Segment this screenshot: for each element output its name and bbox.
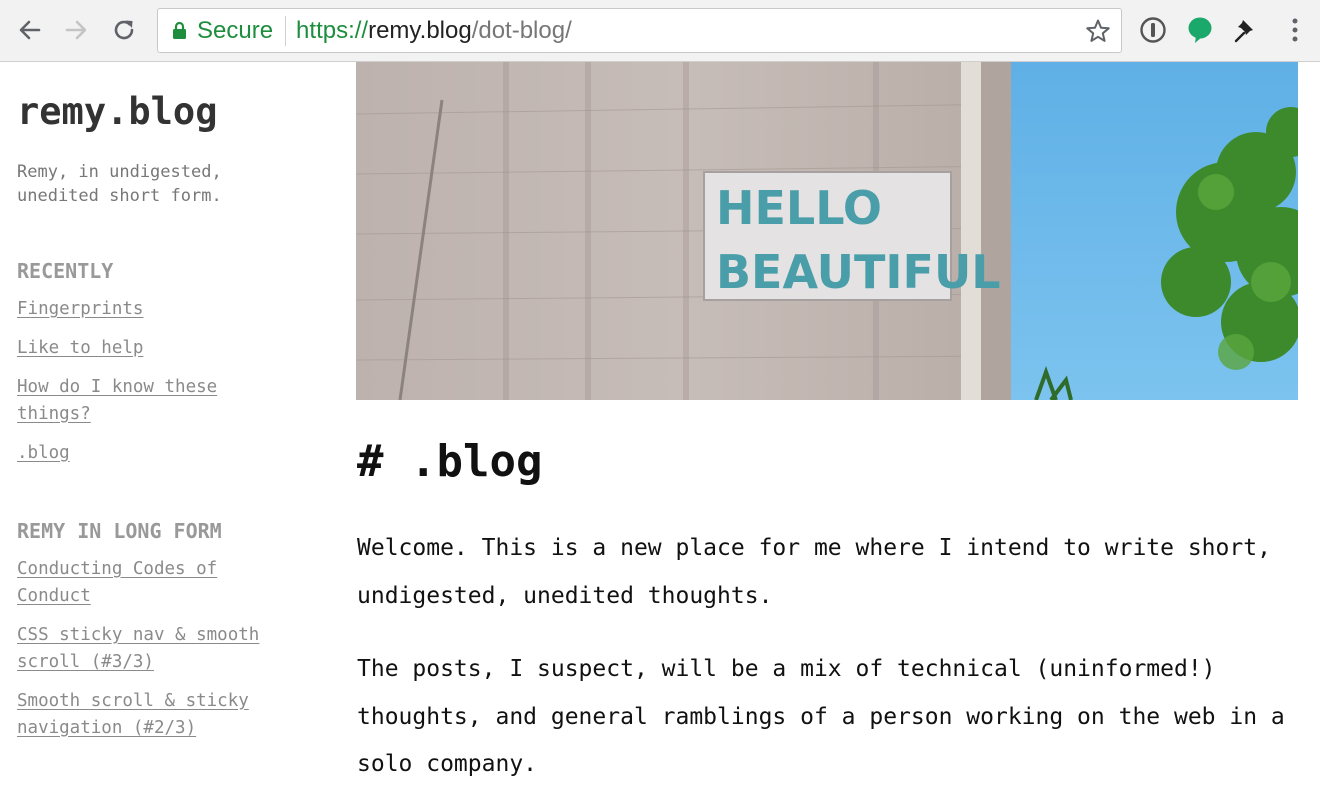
reload-icon — [114, 20, 134, 40]
post-title: # .blog — [357, 436, 543, 487]
list-item: Smooth scroll & sticky navigation (#2/3) — [17, 688, 287, 742]
onepassword-extension-icon[interactable] — [1138, 15, 1168, 45]
secure-label: Secure — [197, 16, 274, 44]
long-form-post-link[interactable]: Conducting Codes of Conduct — [17, 559, 217, 606]
browser-toolbar: Secure https://remy.blog/dot-blog/ — [0, 0, 1320, 62]
site-tagline: Remy, in undigested, unedited short form… — [17, 162, 222, 206]
long-form-heading: REMY IN LONG FORM — [17, 519, 222, 543]
address-bar[interactable]: Secure https://remy.blog/dot-blog/ — [157, 8, 1122, 53]
post-paragraph: The posts, I suspect, will be a mix of t… — [357, 656, 1285, 777]
sign-line-2: BEAUTIFUL — [716, 245, 1001, 299]
long-form-post-link[interactable]: Smooth scroll & sticky navigation (#2/3) — [17, 691, 249, 738]
lock-icon — [172, 21, 187, 40]
url-path: /dot-blog/ — [471, 16, 572, 44]
sidebar: remy.blog Remy, in undigested, unedited … — [0, 62, 320, 793]
forward-arrow-icon — [65, 20, 87, 40]
sign-line-1: HELLO — [716, 181, 882, 235]
site-title[interactable]: remy.blog — [17, 90, 217, 133]
list-item: Conducting Codes of Conduct — [17, 556, 247, 610]
url-scheme: https:// — [296, 16, 369, 44]
list-item: Fingerprints — [17, 296, 307, 323]
back-arrow-icon — [19, 20, 41, 40]
url-host: remy.blog — [368, 16, 472, 44]
back-button[interactable] — [13, 13, 47, 47]
recent-post-link[interactable]: Like to help — [17, 338, 143, 358]
bookmark-star-icon[interactable] — [1085, 18, 1111, 51]
list-item: .blog — [17, 440, 307, 467]
reload-button[interactable] — [107, 13, 141, 47]
recently-list: Fingerprints Like to help How do I know … — [17, 296, 307, 479]
hero-image: HELLO BEAUTIFUL — [356, 62, 1298, 400]
list-item: Like to help — [17, 335, 307, 362]
recent-post-link[interactable]: How do I know these things? — [17, 377, 217, 424]
menu-kebab-icon[interactable] — [1280, 15, 1310, 45]
recently-heading: RECENTLY — [17, 259, 114, 283]
speech-bubble-extension-icon[interactable] — [1185, 15, 1215, 45]
long-form-list: Conducting Codes of Conduct CSS sticky n… — [17, 556, 287, 754]
forward-button[interactable] — [59, 13, 93, 47]
recent-post-link[interactable]: Fingerprints — [17, 299, 143, 319]
long-form-post-link[interactable]: CSS sticky nav & smooth scroll (#3/3) — [17, 625, 259, 672]
omnibox-divider — [285, 15, 287, 46]
list-item: CSS sticky nav & smooth scroll (#3/3) — [17, 622, 287, 676]
recent-post-link[interactable]: .blog — [17, 443, 70, 463]
pin-extension-icon[interactable] — [1232, 15, 1262, 45]
list-item: How do I know these things? — [17, 374, 247, 428]
post-paragraph: Welcome. This is a new place for me wher… — [357, 535, 1271, 609]
